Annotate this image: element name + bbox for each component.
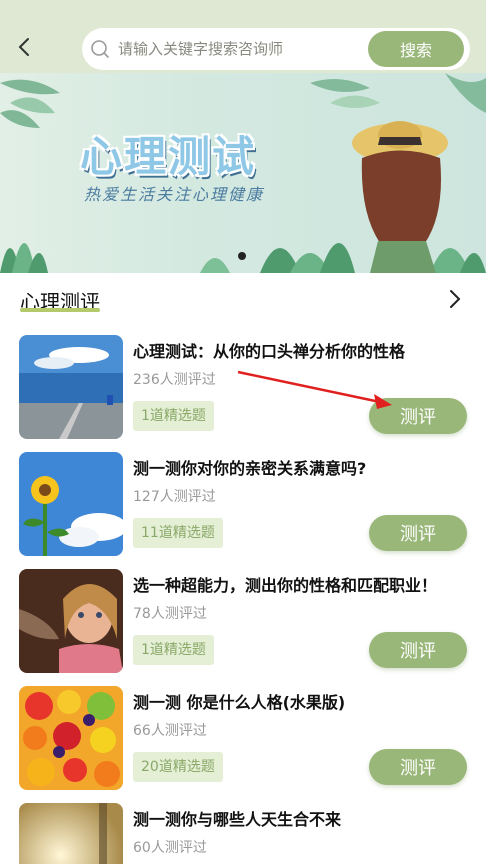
item-count: 78人测评过 [133, 606, 207, 622]
evaluate-button[interactable]: 测评 [369, 515, 467, 551]
item-tag: 11道精选题 [133, 518, 223, 548]
list-item[interactable]: 测一测 你是什么人格(水果版) 66人测评过 20道精选题 测评 [0, 686, 486, 803]
search-icon [90, 39, 110, 59]
thumbnail-sunflower [19, 452, 123, 556]
chevron-right-icon[interactable] [444, 288, 466, 310]
top-bar: 搜索 [0, 0, 486, 78]
item-tag: 1道精选题 [133, 635, 214, 665]
item-title: 心理测试：从你的口头禅分析你的性格 [133, 342, 406, 361]
item-title: 测一测你对你的亲密关系满意吗? [133, 459, 367, 478]
item-count: 66人测评过 [133, 723, 207, 739]
item-tag: 20道精选题 [133, 752, 223, 782]
banner[interactable]: 心理测试 热爱生活关注心理健康 [0, 73, 486, 273]
item-count: 127人测评过 [133, 489, 216, 505]
item-title: 测一测你与哪些人天生合不来 [133, 810, 342, 829]
list-item[interactable]: 心理测试：从你的口头禅分析你的性格 236人测评过 1道精选题 测评 [0, 335, 486, 452]
item-title: 测一测 你是什么人格(水果版) [133, 693, 346, 712]
search-button[interactable]: 搜索 [368, 31, 464, 67]
evaluate-button[interactable]: 测评 [369, 632, 467, 668]
back-icon[interactable] [14, 36, 36, 58]
thumbnail-child [19, 569, 123, 673]
search-bar: 搜索 [82, 28, 470, 70]
thumbnail-fruits [19, 686, 123, 790]
list-item[interactable]: 选一种超能力，测出你的性格和匹配职业！ 78人测评过 1道精选题 测评 [0, 569, 486, 686]
item-tag: 1道精选题 [133, 401, 214, 431]
item-count: 60人测评过 [133, 840, 207, 856]
evaluate-button[interactable]: 测评 [369, 749, 467, 785]
list-item[interactable]: 测一测你与哪些人天生合不来 60人测评过 [0, 803, 486, 864]
list-item[interactable]: 测一测你对你的亲密关系满意吗? 127人测评过 11道精选题 测评 [0, 452, 486, 569]
section-underline [20, 308, 100, 312]
evaluate-button[interactable]: 测评 [369, 398, 467, 434]
thumbnail-sunlight-forest [19, 803, 123, 864]
banner-subtitle: 热爱生活关注心理健康 [84, 185, 265, 204]
search-input[interactable] [118, 28, 348, 70]
carousel-dot[interactable] [238, 252, 246, 260]
item-title: 选一种超能力，测出你的性格和匹配职业！ [133, 576, 438, 595]
item-count: 236人测评过 [133, 372, 216, 388]
banner-title: 心理测试 [80, 132, 257, 181]
thumbnail-sea-road [19, 335, 123, 439]
